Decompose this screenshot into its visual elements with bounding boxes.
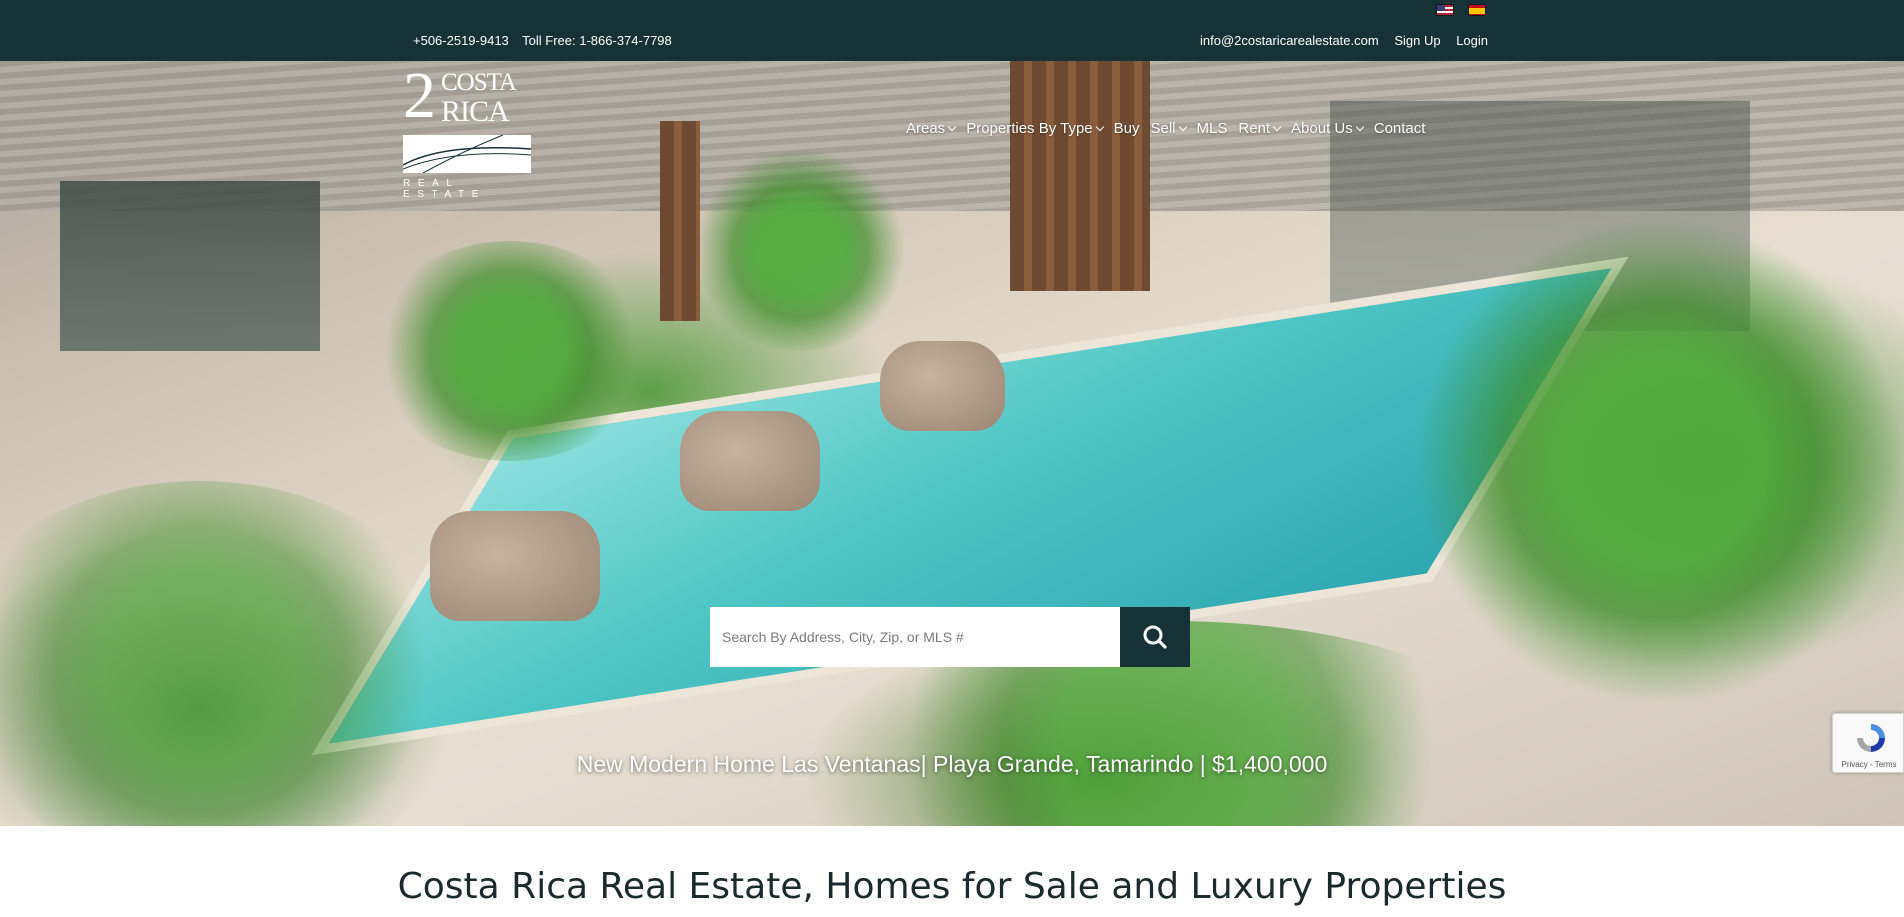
logo-word-costa: COSTA xyxy=(441,69,517,96)
language-switcher xyxy=(1436,4,1486,16)
nav-label: Areas xyxy=(906,119,946,137)
nav-label: Contact xyxy=(1373,119,1426,137)
nav-item-properties-by-type[interactable]: Properties By Type xyxy=(966,119,1104,137)
es-flag-icon[interactable] xyxy=(1468,4,1486,16)
nav-item-areas[interactable]: Areas xyxy=(906,119,957,137)
site-logo[interactable]: 2 COSTA RICA REAL ESTATE xyxy=(403,63,533,200)
nav-label: About Us xyxy=(1291,119,1353,137)
nav-item-mls[interactable]: MLS xyxy=(1197,120,1228,137)
chevron-down-icon xyxy=(1272,122,1282,131)
search-button[interactable] xyxy=(1120,607,1190,667)
recaptcha-badge[interactable]: Privacy - Terms xyxy=(1832,713,1904,773)
chevron-down-icon xyxy=(1095,122,1104,131)
us-flag-icon[interactable] xyxy=(1436,4,1454,16)
property-search xyxy=(710,607,1190,667)
nav-item-sell[interactable]: Sell xyxy=(1150,119,1187,137)
account-links: info@2costaricarealestate.com Sign Up Lo… xyxy=(1188,33,1488,48)
main-nav: Areas Properties By Type Buy Sell MLS Re… xyxy=(906,118,1425,138)
phone-link[interactable]: +506-2519-9413 xyxy=(413,33,509,48)
top-bar: +506-2519-9413 Toll Free: 1-866-374-7798… xyxy=(0,0,1904,61)
chevron-down-icon xyxy=(1355,122,1364,131)
nav-item-contact[interactable]: Contact xyxy=(1374,120,1426,137)
chevron-down-icon xyxy=(1178,122,1187,131)
search-icon xyxy=(1143,625,1167,649)
contact-phones: +506-2519-9413 Toll Free: 1-866-374-7798 xyxy=(413,33,682,48)
nav-label: Sell xyxy=(1150,119,1176,137)
logo-wave-icon xyxy=(403,135,531,173)
nav-label: Properties By Type xyxy=(966,119,1093,137)
nav-label: MLS xyxy=(1196,119,1228,137)
logo-word-rica: RICA xyxy=(441,95,510,128)
page-headline: Costa Rica Real Estate, Homes for Sale a… xyxy=(397,866,1507,907)
recaptcha-icon xyxy=(1857,724,1885,752)
logo-number: 2 xyxy=(403,61,436,132)
email-link[interactable]: info@2costaricarealestate.com xyxy=(1200,33,1379,48)
toll-free-link[interactable]: Toll Free: 1-866-374-7798 xyxy=(522,33,672,48)
hero-caption[interactable]: New Modern Home Las Ventanas| Playa Gran… xyxy=(0,751,1904,778)
nav-label: Buy xyxy=(1113,119,1140,137)
nav-item-rent[interactable]: Rent xyxy=(1238,119,1282,137)
nav-item-about-us[interactable]: About Us xyxy=(1291,119,1364,137)
hero-banner: 2 COSTA RICA REAL ESTATE Areas Propertie… xyxy=(0,61,1904,826)
search-input[interactable] xyxy=(710,607,1120,667)
logo-tagline: REAL ESTATE xyxy=(403,178,487,200)
chevron-down-icon xyxy=(947,122,957,131)
recaptcha-terms[interactable]: Privacy - Terms xyxy=(1833,760,1904,769)
nav-item-buy[interactable]: Buy xyxy=(1114,120,1140,137)
nav-label: Rent xyxy=(1238,119,1271,137)
sign-up-link[interactable]: Sign Up xyxy=(1394,33,1440,48)
login-link[interactable]: Login xyxy=(1456,33,1488,48)
